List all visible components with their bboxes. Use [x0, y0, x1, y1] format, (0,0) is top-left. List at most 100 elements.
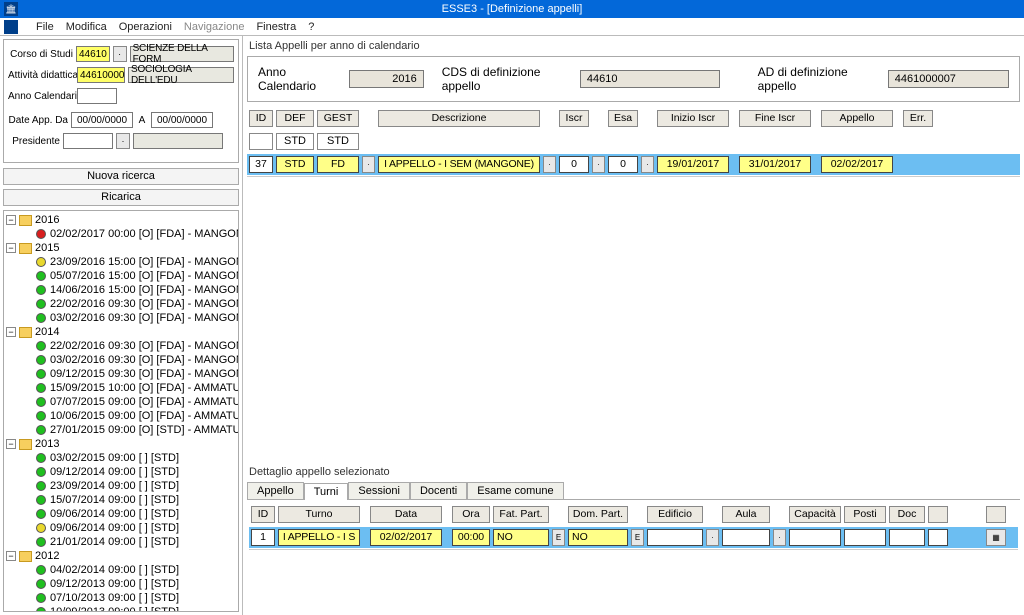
- menu-help[interactable]: ?: [308, 21, 314, 33]
- tab-sessioni[interactable]: Sessioni: [348, 482, 410, 499]
- tree-item[interactable]: 05/07/2016 15:00 [O] [FDA] - MANGONE: [6, 269, 238, 283]
- fatpart-button[interactable]: E: [552, 529, 565, 546]
- menu-file[interactable]: File: [36, 21, 54, 33]
- tree-year[interactable]: −2012: [6, 549, 238, 563]
- dcell-fatpart[interactable]: NO: [493, 529, 549, 546]
- tree-item[interactable]: 10/06/2015 09:00 [O] [FDA] - AMMATURO: [6, 409, 238, 423]
- att-code[interactable]: 44610000: [77, 67, 125, 83]
- cell-appello[interactable]: 02/02/2017: [821, 156, 893, 173]
- dcell-posti[interactable]: [844, 529, 886, 546]
- col-esa[interactable]: Esa: [608, 110, 638, 127]
- tree-item[interactable]: 10/09/2013 09:00 [ ] [STD]: [6, 605, 238, 612]
- dompart-button[interactable]: E: [631, 529, 644, 546]
- tree-item[interactable]: 23/09/2016 15:00 [O] [FDA] - MANGONE: [6, 255, 238, 269]
- cell-inizio[interactable]: 19/01/2017: [657, 156, 729, 173]
- tree-item[interactable]: 04/02/2014 09:00 [ ] [STD]: [6, 563, 238, 577]
- tree-item[interactable]: 07/07/2015 09:00 [O] [FDA] - AMMATURO: [6, 395, 238, 409]
- dcell-turno[interactable]: I APPELLO - I S: [278, 529, 360, 546]
- tree-item[interactable]: 02/02/2017 00:00 [O] [FDA] - MANGONE: [6, 227, 238, 241]
- tree-item[interactable]: 09/06/2014 09:00 [ ] [STD]: [6, 521, 238, 535]
- cell-def[interactable]: STD: [276, 156, 314, 173]
- tree-item[interactable]: 22/02/2016 09:30 [O] [FDA] - MANGONE: [6, 297, 238, 311]
- tree-item[interactable]: 27/01/2015 09:00 [O] [STD] - AMMATURO: [6, 423, 238, 437]
- anno-input[interactable]: [77, 88, 117, 104]
- new-search-button[interactable]: Nuova ricerca: [3, 168, 239, 185]
- tab-docenti[interactable]: Docenti: [410, 482, 467, 499]
- tree-item[interactable]: 09/12/2015 09:30 [O] [FDA] - MANGONE: [6, 367, 238, 381]
- col-id[interactable]: ID: [249, 110, 273, 127]
- esa-button[interactable]: ·: [641, 156, 654, 173]
- tree-item[interactable]: 09/12/2014 09:00 [ ] [STD]: [6, 465, 238, 479]
- dcell-data[interactable]: 02/02/2017: [370, 529, 442, 546]
- mdi-icon[interactable]: [4, 20, 18, 34]
- col-appello[interactable]: Appello: [821, 110, 893, 127]
- cell-gest[interactable]: FD: [317, 156, 359, 173]
- tree-item[interactable]: 15/09/2015 10:00 [O] [FDA] - AMMATURO: [6, 381, 238, 395]
- tree-item[interactable]: 03/02/2016 09:30 [O] [FDA] - MANGONE: [6, 311, 238, 325]
- cell-fine[interactable]: 31/01/2017: [739, 156, 811, 173]
- menu-finestra[interactable]: Finestra: [256, 21, 296, 33]
- edificio-button[interactable]: ·: [706, 529, 719, 546]
- col-def[interactable]: DEF: [276, 110, 314, 127]
- menu-navigazione[interactable]: Navigazione: [184, 21, 245, 33]
- presidente-input[interactable]: [63, 133, 113, 149]
- tree-item[interactable]: 09/06/2014 09:00 [ ] [STD]: [6, 507, 238, 521]
- dcol-capacita[interactable]: Capacità: [789, 506, 841, 523]
- tree-item[interactable]: 03/02/2016 09:30 [O] [FDA] - MANGONE: [6, 353, 238, 367]
- tree-item[interactable]: 14/06/2016 15:00 [O] [FDA] - MANGONE: [6, 283, 238, 297]
- tree-year[interactable]: −2015: [6, 241, 238, 255]
- dcol-x2[interactable]: [986, 506, 1006, 523]
- tab-esame[interactable]: Esame comune: [467, 482, 563, 499]
- tree-item[interactable]: 21/01/2014 09:00 [ ] [STD]: [6, 535, 238, 549]
- col-fine[interactable]: Fine Iscr: [739, 110, 811, 127]
- reload-button[interactable]: Ricarica: [3, 189, 239, 206]
- dcol-posti[interactable]: Posti: [844, 506, 886, 523]
- presidente-lookup-button[interactable]: ·: [116, 133, 130, 149]
- dcol-id[interactable]: ID: [251, 506, 275, 523]
- dcell-edificio[interactable]: [647, 529, 703, 546]
- dcol-x1[interactable]: [928, 506, 948, 523]
- dcol-edificio[interactable]: Edificio: [647, 506, 703, 523]
- menu-modifica[interactable]: Modifica: [66, 21, 107, 33]
- tree-year[interactable]: −2016: [6, 213, 238, 227]
- col-descr[interactable]: Descrizione: [378, 110, 540, 127]
- tree-item[interactable]: 23/09/2014 09:00 [ ] [STD]: [6, 479, 238, 493]
- aula-button[interactable]: ·: [773, 529, 786, 546]
- dcell-dompart[interactable]: NO: [568, 529, 628, 546]
- date-a-input[interactable]: 00/00/0000: [151, 112, 213, 128]
- dcol-doc[interactable]: Doc: [889, 506, 925, 523]
- dcol-fatpart[interactable]: Fat. Part.: [493, 506, 549, 523]
- tab-appello[interactable]: Appello: [247, 482, 304, 499]
- tree-item[interactable]: 09/12/2013 09:00 [ ] [STD]: [6, 577, 238, 591]
- dcol-ora[interactable]: Ora: [452, 506, 490, 523]
- col-iscr[interactable]: Iscr: [559, 110, 589, 127]
- dcell-aula[interactable]: [722, 529, 770, 546]
- iscr-button[interactable]: ·: [592, 156, 605, 173]
- detail-action-button[interactable]: ▦: [986, 529, 1006, 546]
- col-err[interactable]: Err.: [903, 110, 933, 127]
- grid-detail-row[interactable]: 1 I APPELLO - I S 02/02/2017 00:00 NO E …: [249, 527, 1018, 548]
- col-gest[interactable]: GEST: [317, 110, 359, 127]
- col-inizio[interactable]: Inizio Iscr: [657, 110, 729, 127]
- dcell-ora[interactable]: 00:00: [452, 529, 490, 546]
- tree-year[interactable]: −2013: [6, 437, 238, 451]
- cell-descr[interactable]: I APPELLO - I SEM (MANGONE): [378, 156, 540, 173]
- tree-item[interactable]: 15/07/2014 09:00 [ ] [STD]: [6, 493, 238, 507]
- date-da-input[interactable]: 00/00/0000: [71, 112, 133, 128]
- gest-dropdown-button[interactable]: ·: [362, 156, 375, 173]
- tab-turni[interactable]: Turni: [304, 483, 349, 500]
- tree-item[interactable]: 07/10/2013 09:00 [ ] [STD]: [6, 591, 238, 605]
- filter-def[interactable]: STD: [276, 133, 314, 150]
- dcol-data[interactable]: Data: [370, 506, 442, 523]
- descr-dropdown-button[interactable]: ·: [543, 156, 556, 173]
- dcol-turno[interactable]: Turno: [278, 506, 360, 523]
- dcol-aula[interactable]: Aula: [722, 506, 770, 523]
- corso-code[interactable]: 44610: [76, 46, 110, 62]
- grid-top-row[interactable]: 37 STD FD · I APPELLO - I SEM (MANGONE) …: [247, 154, 1020, 175]
- dcol-dompart[interactable]: Dom. Part.: [568, 506, 628, 523]
- tree-item[interactable]: 22/02/2016 09:30 [O] [FDA] - MANGONE: [6, 339, 238, 353]
- filter-id[interactable]: [249, 133, 273, 150]
- appelli-tree[interactable]: −201602/02/2017 00:00 [O] [FDA] - MANGON…: [3, 210, 239, 612]
- menu-operazioni[interactable]: Operazioni: [119, 21, 172, 33]
- corso-lookup-button[interactable]: ·: [113, 46, 127, 62]
